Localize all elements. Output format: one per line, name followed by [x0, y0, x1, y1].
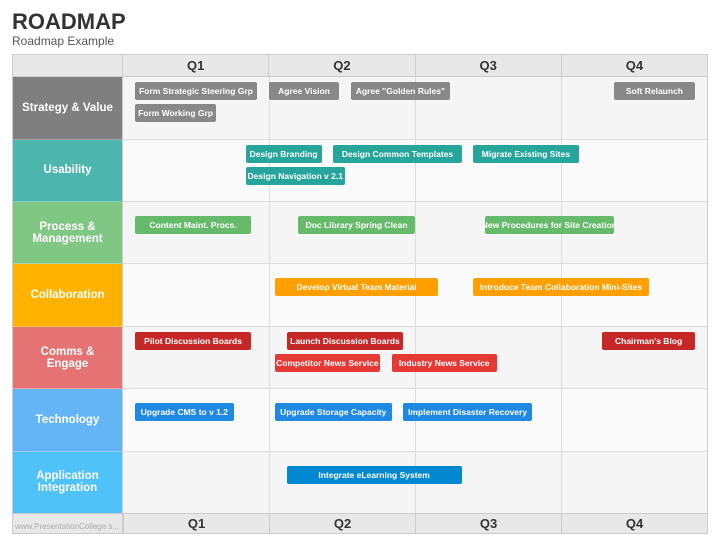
q1-bottom: Q1: [123, 514, 269, 533]
bar-industry-news: Industry News Service: [392, 354, 497, 372]
bar-new-procedures: New Procedures for Site Creation: [485, 216, 613, 234]
bar-disaster-recovery: Implement Disaster Recovery: [403, 403, 531, 421]
bar-upgrade-storage: Upgrade Storage Capacity: [275, 403, 392, 421]
row-label-strategy: Strategy & Value: [13, 77, 122, 139]
bar-develop-virtual: Develop Virtual Team Material: [275, 278, 439, 296]
row-label-usability: Usability: [13, 140, 122, 202]
bar-launch-discussion: Launch Discussion Boards: [287, 332, 404, 350]
bar-pilot-discussion: Pilot Discussion Boards: [135, 332, 252, 350]
row-label-process: Process & Management: [13, 202, 122, 264]
gantt-row-process: Content Maint. Procs. Doc Library Spring…: [123, 202, 707, 264]
page-title: ROADMAP: [12, 10, 708, 34]
gantt-row-usability: Design Branding Design Common Templates …: [123, 140, 707, 202]
gantt-row-collaboration: Develop Virtual Team Material Introduce …: [123, 264, 707, 326]
q2-bottom: Q2: [269, 514, 415, 533]
q2-header: Q2: [269, 55, 415, 76]
bar-competitor-news: Competitor News Service: [275, 354, 380, 372]
bar-upgrade-cms: Upgrade CMS to v 1.2: [135, 403, 234, 421]
bar-form-steering: Form Strategic Steering Grp: [135, 82, 258, 100]
page: ROADMAP Roadmap Example Q1 Q2 Q3 Q4 Stra…: [0, 0, 720, 540]
q1-header: Q1: [123, 55, 269, 76]
row-label-appintegration: Application Integration: [13, 452, 122, 513]
bar-elearning: Integrate eLearning System: [287, 466, 462, 484]
bar-design-branding: Design Branding: [246, 145, 322, 163]
row-label-comms: Comms & Engage: [13, 327, 122, 389]
row-label-technology: Technology: [13, 389, 122, 451]
bar-introduce-collab: Introduce Team Collaboration Mini-Sites: [473, 278, 648, 296]
gantt-row-strategy: Form Strategic Steering Grp Form Working…: [123, 77, 707, 139]
bar-content-maint: Content Maint. Procs.: [135, 216, 252, 234]
bar-soft-relaunch: Soft Relaunch: [614, 82, 696, 100]
bar-agree-golden: Agree "Golden Rules": [351, 82, 450, 100]
row-label-collaboration: Collaboration: [13, 264, 122, 326]
bar-chairmans-blog: Chairman's Blog: [602, 332, 695, 350]
q4-header: Q4: [562, 55, 707, 76]
gantt-row-comms: Pilot Discussion Boards Launch Discussio…: [123, 327, 707, 389]
gantt-row-appintegration: Integrate eLearning System: [123, 452, 707, 513]
gantt-row-technology: Upgrade CMS to v 1.2 Upgrade Storage Cap…: [123, 389, 707, 451]
bar-agree-vision: Agree Vision: [269, 82, 339, 100]
watermark: www.PresentationCollege.s...: [15, 522, 119, 531]
page-subtitle: Roadmap Example: [12, 34, 708, 48]
bar-form-working: Form Working Grp: [135, 104, 217, 122]
q4-bottom: Q4: [561, 514, 707, 533]
bar-migrate-sites: Migrate Existing Sites: [473, 145, 578, 163]
bar-design-templates: Design Common Templates: [333, 145, 461, 163]
q3-bottom: Q3: [415, 514, 561, 533]
q3-header: Q3: [416, 55, 562, 76]
bar-doc-library: Doc Library Spring Clean: [298, 216, 415, 234]
bar-design-nav: Design Navigation v 2.1: [246, 167, 345, 185]
